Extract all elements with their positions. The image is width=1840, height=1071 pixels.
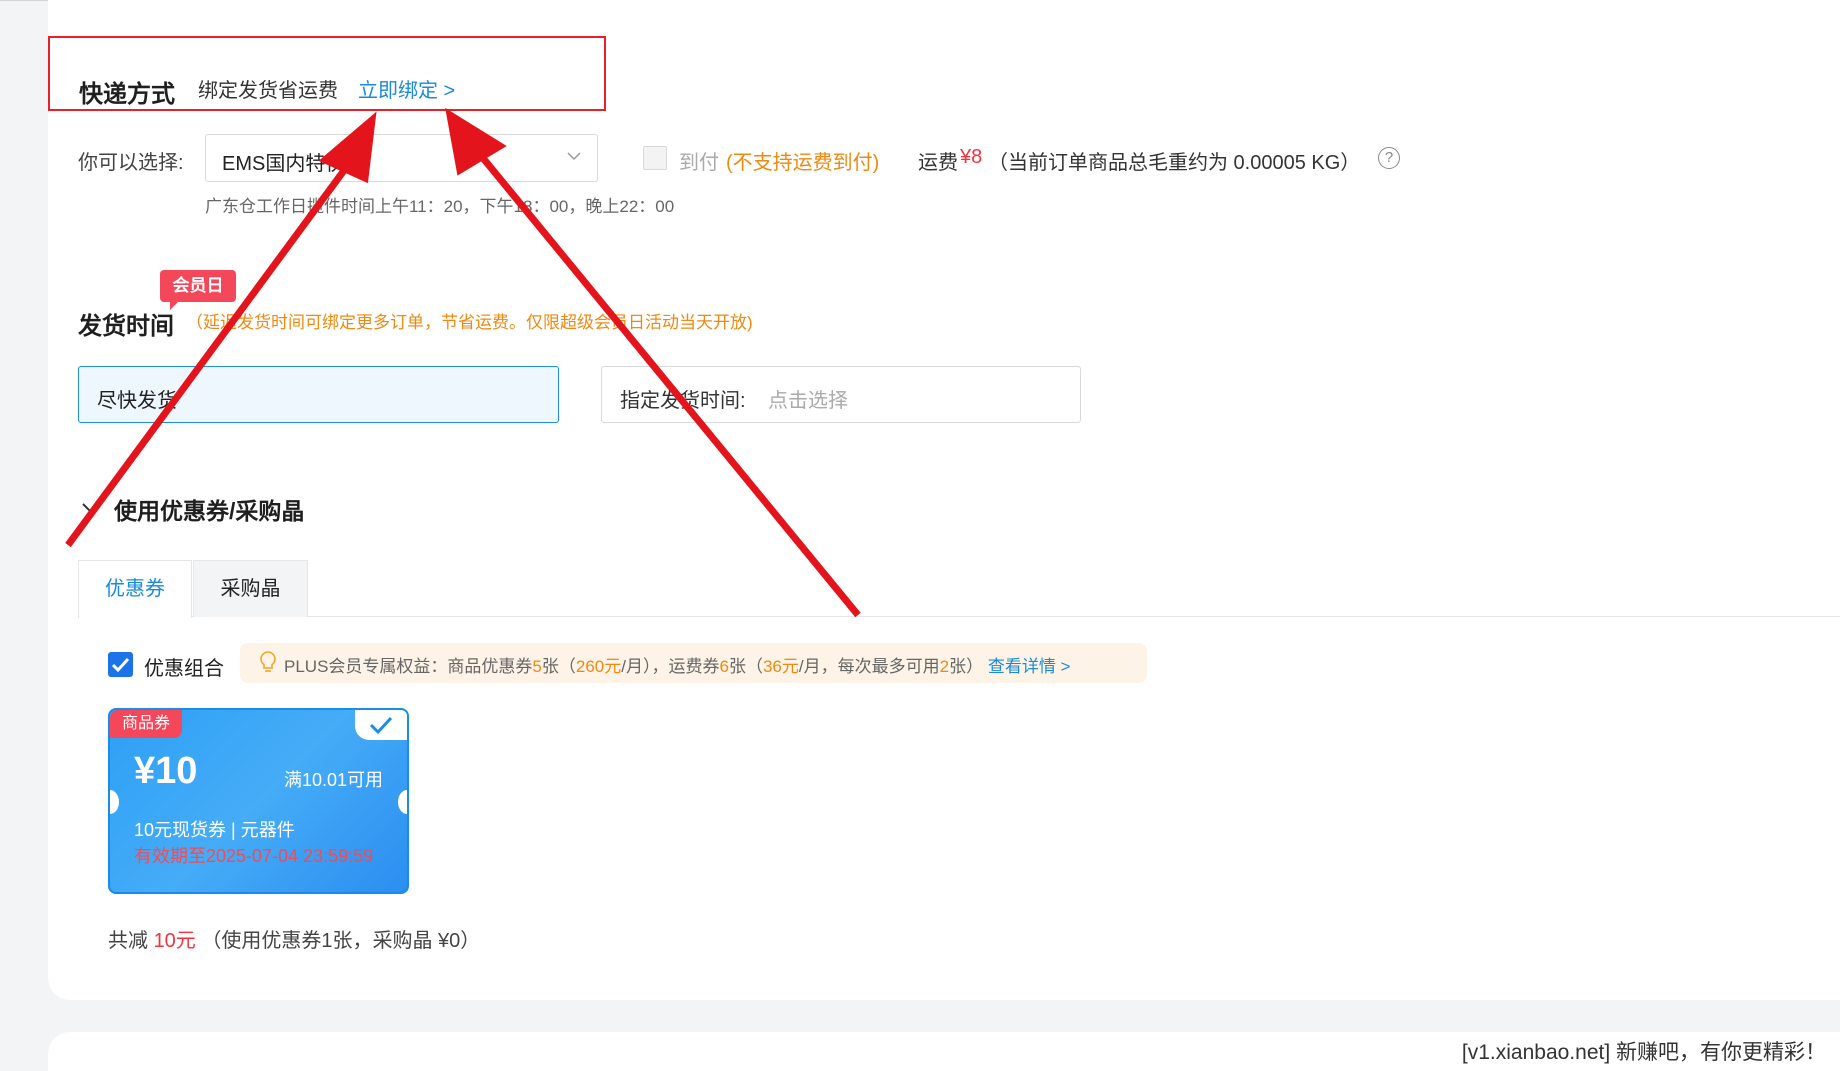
bind-hint: 绑定发货省运费 bbox=[198, 80, 338, 102]
coupon-condition: 满10.01可用 bbox=[284, 770, 384, 790]
shipping-method-value: EMS国内特快 bbox=[222, 153, 346, 175]
plus-benefits-banner: PLUS会员专属权益：商品优惠券5张（260元/月），运费券6张（36元/月，每… bbox=[240, 643, 1147, 683]
coupon-selected-mark bbox=[355, 710, 407, 740]
fee-label: 运费 bbox=[918, 152, 958, 174]
scheduled-placeholder: 点击选择 bbox=[768, 390, 848, 412]
delivery-title: 发货时间 bbox=[78, 313, 174, 340]
combo-checkbox[interactable] bbox=[108, 652, 133, 677]
ship-asap-option[interactable]: 尽快发货 bbox=[78, 366, 559, 423]
warehouse-note: 广东仓工作日揽件时间上午11：20，下午18：00，晚上22：00 bbox=[205, 197, 675, 216]
chevron-down-icon[interactable] bbox=[80, 498, 100, 518]
cod-label: 到付 bbox=[679, 152, 719, 174]
coupon-expiry: 有效期至2025-07-04 23:59:59 bbox=[134, 846, 374, 866]
tab-coupons[interactable]: 优惠券 bbox=[78, 560, 192, 618]
coupon-description: 10元现货券 | 元器件 bbox=[134, 820, 295, 840]
coupon-notch-left bbox=[110, 790, 119, 814]
coupon-amount: ¥10 bbox=[134, 750, 198, 792]
coupon-section-title[interactable]: 使用优惠券/采购晶 bbox=[114, 492, 304, 526]
ship-scheduled-option[interactable]: 指定发货时间: 点击选择 bbox=[601, 366, 1081, 423]
member-day-badge: 会员日 bbox=[160, 270, 236, 310]
cod-checkbox[interactable] bbox=[643, 146, 667, 170]
plus-benefits-text: PLUS会员专属权益：商品优惠券5张（260元/月），运费券6张（36元/月，每… bbox=[284, 657, 1071, 676]
check-icon bbox=[111, 657, 130, 673]
question-circle-icon[interactable]: ? bbox=[1378, 147, 1400, 169]
cod-note: (不支持运费到付) bbox=[726, 152, 880, 174]
chevron-down-icon bbox=[567, 152, 581, 161]
plus-details-link[interactable]: 查看详情 > bbox=[988, 657, 1071, 676]
tab-purchase-crystal[interactable]: 采购晶 bbox=[193, 560, 308, 617]
combo-label: 优惠组合 bbox=[144, 658, 224, 680]
ship-asap-label: 尽快发货 bbox=[97, 390, 177, 412]
check-icon bbox=[369, 716, 393, 735]
scheduled-label: 指定发货时间: bbox=[620, 390, 746, 412]
choose-label: 你可以选择: bbox=[78, 152, 184, 174]
bind-now-link[interactable]: 立即绑定 > bbox=[358, 74, 455, 103]
weight-note: （当前订单商品总毛重约为 0.00005 KG） bbox=[988, 152, 1361, 174]
lightbulb-icon bbox=[260, 651, 276, 672]
coupon-notch-right bbox=[398, 790, 407, 814]
shipping-title: 快递方式 bbox=[79, 81, 175, 108]
delivery-note: （延迟发货时间可绑定更多订单，节省运费。仅限超级会员日活动当天开放) bbox=[186, 313, 753, 332]
tabs-divider bbox=[78, 616, 1840, 617]
shipping-method-select[interactable]: EMS国内特快 bbox=[205, 134, 598, 182]
coupon-card[interactable]: 商品券 ¥10 满10.01可用 10元现货券 | 元器件 有效期至2025-0… bbox=[108, 708, 409, 894]
coupon-type-tag: 商品券 bbox=[110, 710, 182, 738]
discount-summary: 共减 10元 （使用优惠券1张，采购晶 ¥0） bbox=[108, 930, 481, 952]
watermark: [v1.xianbao.net] 新赚吧，有你更精彩！ bbox=[1461, 1041, 1826, 1064]
fee-value: ¥8 bbox=[960, 146, 983, 168]
